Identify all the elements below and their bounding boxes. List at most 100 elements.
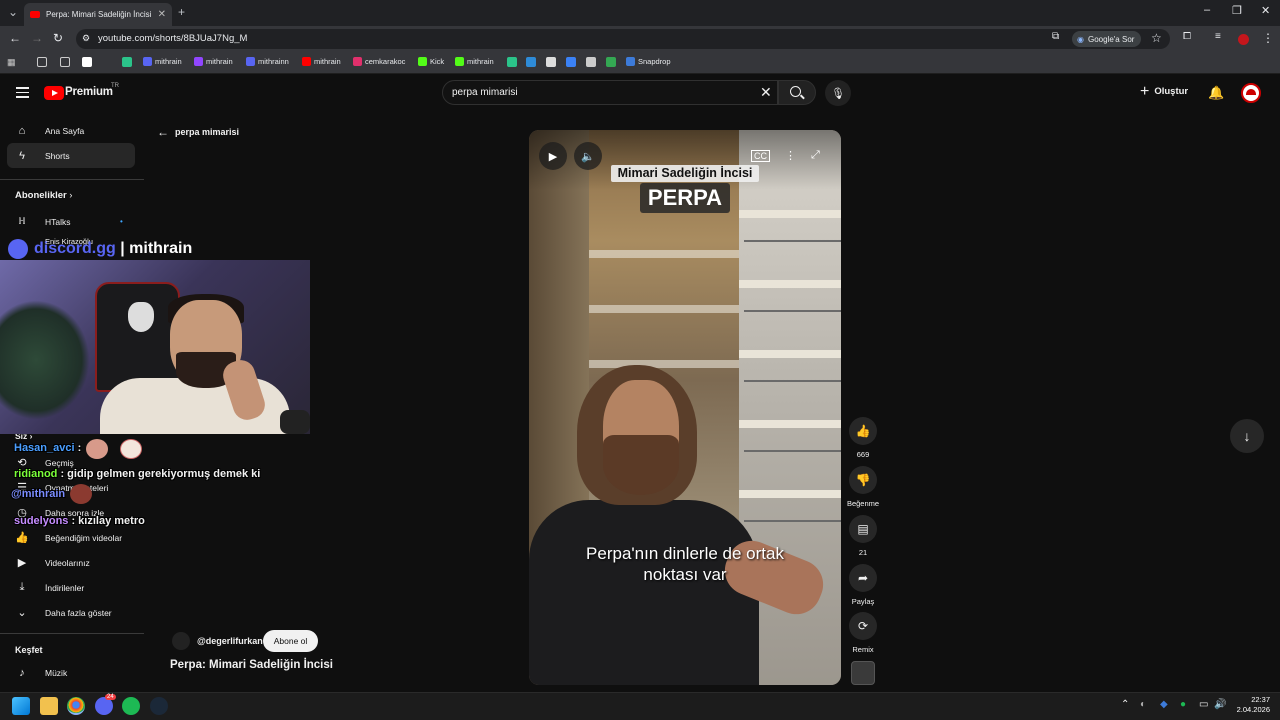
play-icon[interactable]: ▶ <box>539 142 567 170</box>
bookmark-item[interactable]: cemkarakoc <box>353 57 405 66</box>
bookmark-favicon[interactable] <box>82 57 92 67</box>
minimize-icon[interactable]: – <box>1204 4 1210 16</box>
bookmark-item[interactable]: mithrain <box>143 57 182 66</box>
chrome-icon[interactable] <box>67 697 85 715</box>
window-close-icon[interactable]: ✕ <box>1261 4 1270 17</box>
clock-date: 2.04.2026 <box>1236 705 1270 714</box>
tray-app-icon[interactable]: ◆ <box>1160 699 1168 710</box>
sidebar-item-liked[interactable]: 👍 Beğendiğim videolar <box>15 531 122 544</box>
url-text[interactable]: youtube.com/shorts/8BJUaJ7Ng_M <box>98 33 247 44</box>
avatar[interactable] <box>1241 83 1261 103</box>
arrow-down-icon: ↓ <box>1243 428 1251 444</box>
bookmark-favicon[interactable] <box>546 57 556 67</box>
bookmark-favicon[interactable] <box>507 57 517 67</box>
maximize-icon[interactable]: ❐ <box>1232 4 1242 17</box>
bookmark-favicon[interactable] <box>122 57 132 67</box>
clear-search-icon[interactable]: ✕ <box>760 84 772 101</box>
bookmark-item[interactable]: mithrain <box>302 57 341 66</box>
subscribe-button[interactable]: Abone ol <box>263 630 318 652</box>
fullscreen-icon[interactable]: ⤢ <box>811 149 820 162</box>
comments-button[interactable]: ▤ <box>849 515 877 543</box>
channel-avatar[interactable] <box>172 632 190 650</box>
video-caption-top: Mimari Sadeliğin İncisi <box>611 165 759 182</box>
file-explorer-icon[interactable] <box>40 697 58 715</box>
sidebar-item-shorts[interactable]: ϟ Shorts <box>15 150 70 162</box>
notifications-icon[interactable]: 🔔 <box>1208 85 1224 101</box>
bookmark-favicon[interactable] <box>566 57 576 67</box>
reload-icon[interactable]: ↻ <box>53 31 63 45</box>
sidebar-item-subscriptions[interactable]: Abonelikler › <box>15 190 72 201</box>
taskbar-clock[interactable]: 22:37 2.04.2026 <box>1230 695 1270 715</box>
chair-logo-shape <box>128 302 154 332</box>
like-button[interactable]: 👍 <box>849 417 877 445</box>
chat-message: sudelyons : kızılay metro <box>14 515 145 527</box>
more-options-icon[interactable]: ⋮ <box>785 149 796 162</box>
shorts-video-player[interactable]: ▶ 🔈 CC ⋮ ⤢ Mimari Sadeliğin İncisi PERPA… <box>529 130 841 685</box>
new-content-dot: • <box>120 217 123 226</box>
forward-icon[interactable]: → <box>31 31 43 45</box>
sidebar-item-music[interactable]: ♪ Müzik <box>15 667 67 679</box>
sidebar-item-downloads[interactable]: ⤓ İndirilenler <box>15 581 85 594</box>
captions-icon[interactable]: CC <box>751 150 770 162</box>
search-icon[interactable] <box>790 86 801 97</box>
extensions-icon[interactable]: ⧠ <box>1183 31 1191 42</box>
tray-chevron-icon[interactable]: ⌃ <box>1121 699 1129 710</box>
steam-icon[interactable] <box>150 697 168 715</box>
bookmark-item[interactable]: Kick <box>418 57 444 66</box>
bookmark-star-icon[interactable]: ☆ <box>1151 31 1162 45</box>
comment-icon: ▤ <box>857 522 869 536</box>
sidebar-item-home[interactable]: ⌂ Ana Sayfa <box>15 125 85 137</box>
channel-avatar: ℍ <box>18 216 26 226</box>
back-icon[interactable]: ← <box>9 31 21 45</box>
sidebar-item-your-videos[interactable]: ▶ Videolarınız <box>15 556 90 569</box>
start-icon[interactable] <box>12 697 30 715</box>
site-info-icon[interactable]: ⚙ <box>82 33 90 44</box>
tray-volume-icon[interactable]: 🔊 <box>1214 699 1226 710</box>
volume-icon[interactable]: 🔈 <box>574 142 602 170</box>
youtube-brand[interactable]: Premium <box>65 86 113 98</box>
bookmark-item[interactable]: mithrain <box>455 57 494 66</box>
spotify-icon[interactable] <box>122 697 140 715</box>
channel-name[interactable]: @degerlifurkan <box>197 636 263 646</box>
bookmark-favicon[interactable] <box>526 57 536 67</box>
next-short-button[interactable]: ↓ <box>1230 419 1264 453</box>
back-to-search-link[interactable]: ← perpa mimarisi <box>157 125 239 139</box>
sidebar-item-htalks[interactable]: ℍ HTalks • <box>15 216 123 227</box>
new-tab-icon[interactable]: + <box>178 5 185 19</box>
bookmark-item[interactable]: mithrainn <box>246 57 289 66</box>
comment-count: 21 <box>858 548 868 557</box>
folder-icon[interactable] <box>37 57 47 67</box>
tab-title: Perpa: Mimari Sadeliğin İncisi - <box>46 10 152 19</box>
search-query[interactable]: perpa mimarisi <box>452 87 518 98</box>
voice-search-icon[interactable]: 🎙 <box>825 80 851 106</box>
plant-shape <box>0 300 90 420</box>
menu-dots-icon[interactable]: ⋮ <box>1262 31 1274 45</box>
menu-icon[interactable] <box>16 87 29 98</box>
profile-icon[interactable] <box>1238 34 1249 45</box>
video-title[interactable]: Perpa: Mimari Sadeliğin İncisi <box>170 659 333 671</box>
create-button[interactable]: + Oluştur <box>1140 83 1188 99</box>
google-sor-button[interactable]: ◉ Google'a Sor <box>1072 31 1142 47</box>
folder-icon[interactable] <box>60 57 70 67</box>
remix-button[interactable]: ⟳ <box>849 612 877 640</box>
browser-tab[interactable]: Perpa: Mimari Sadeliğin İncisi - ✕ <box>24 3 172 26</box>
like-icon: 👍 <box>15 532 29 544</box>
tray-spotify-icon[interactable]: ● <box>1180 699 1186 710</box>
divider <box>0 633 144 634</box>
media-control-icon[interactable]: ≡ <box>1215 31 1221 42</box>
bookmark-favicon[interactable] <box>606 57 616 67</box>
bookmark-favicon[interactable] <box>586 57 596 67</box>
tray-display-icon[interactable]: ▭ <box>1199 699 1208 710</box>
bookmark-item[interactable]: mithrain <box>194 57 233 66</box>
sidebar-item-show-more[interactable]: ⌄ Daha fazla göster <box>15 606 111 619</box>
youtube-logo-icon[interactable] <box>44 86 64 100</box>
bookmark-item[interactable]: Snapdrop <box>626 57 671 66</box>
dislike-button[interactable]: 👎 <box>849 466 877 494</box>
audio-track-thumbnail[interactable] <box>851 661 875 685</box>
install-app-icon[interactable]: ⧉ <box>1052 31 1059 42</box>
share-button[interactable]: ➦ <box>849 564 877 592</box>
tab-search-icon[interactable]: ⌄ <box>8 5 18 19</box>
apps-grid-icon[interactable]: ▦ <box>7 57 17 67</box>
tray-discord-icon[interactable]: ◐ <box>1140 699 1146 710</box>
tab-close-icon[interactable]: ✕ <box>158 9 166 20</box>
